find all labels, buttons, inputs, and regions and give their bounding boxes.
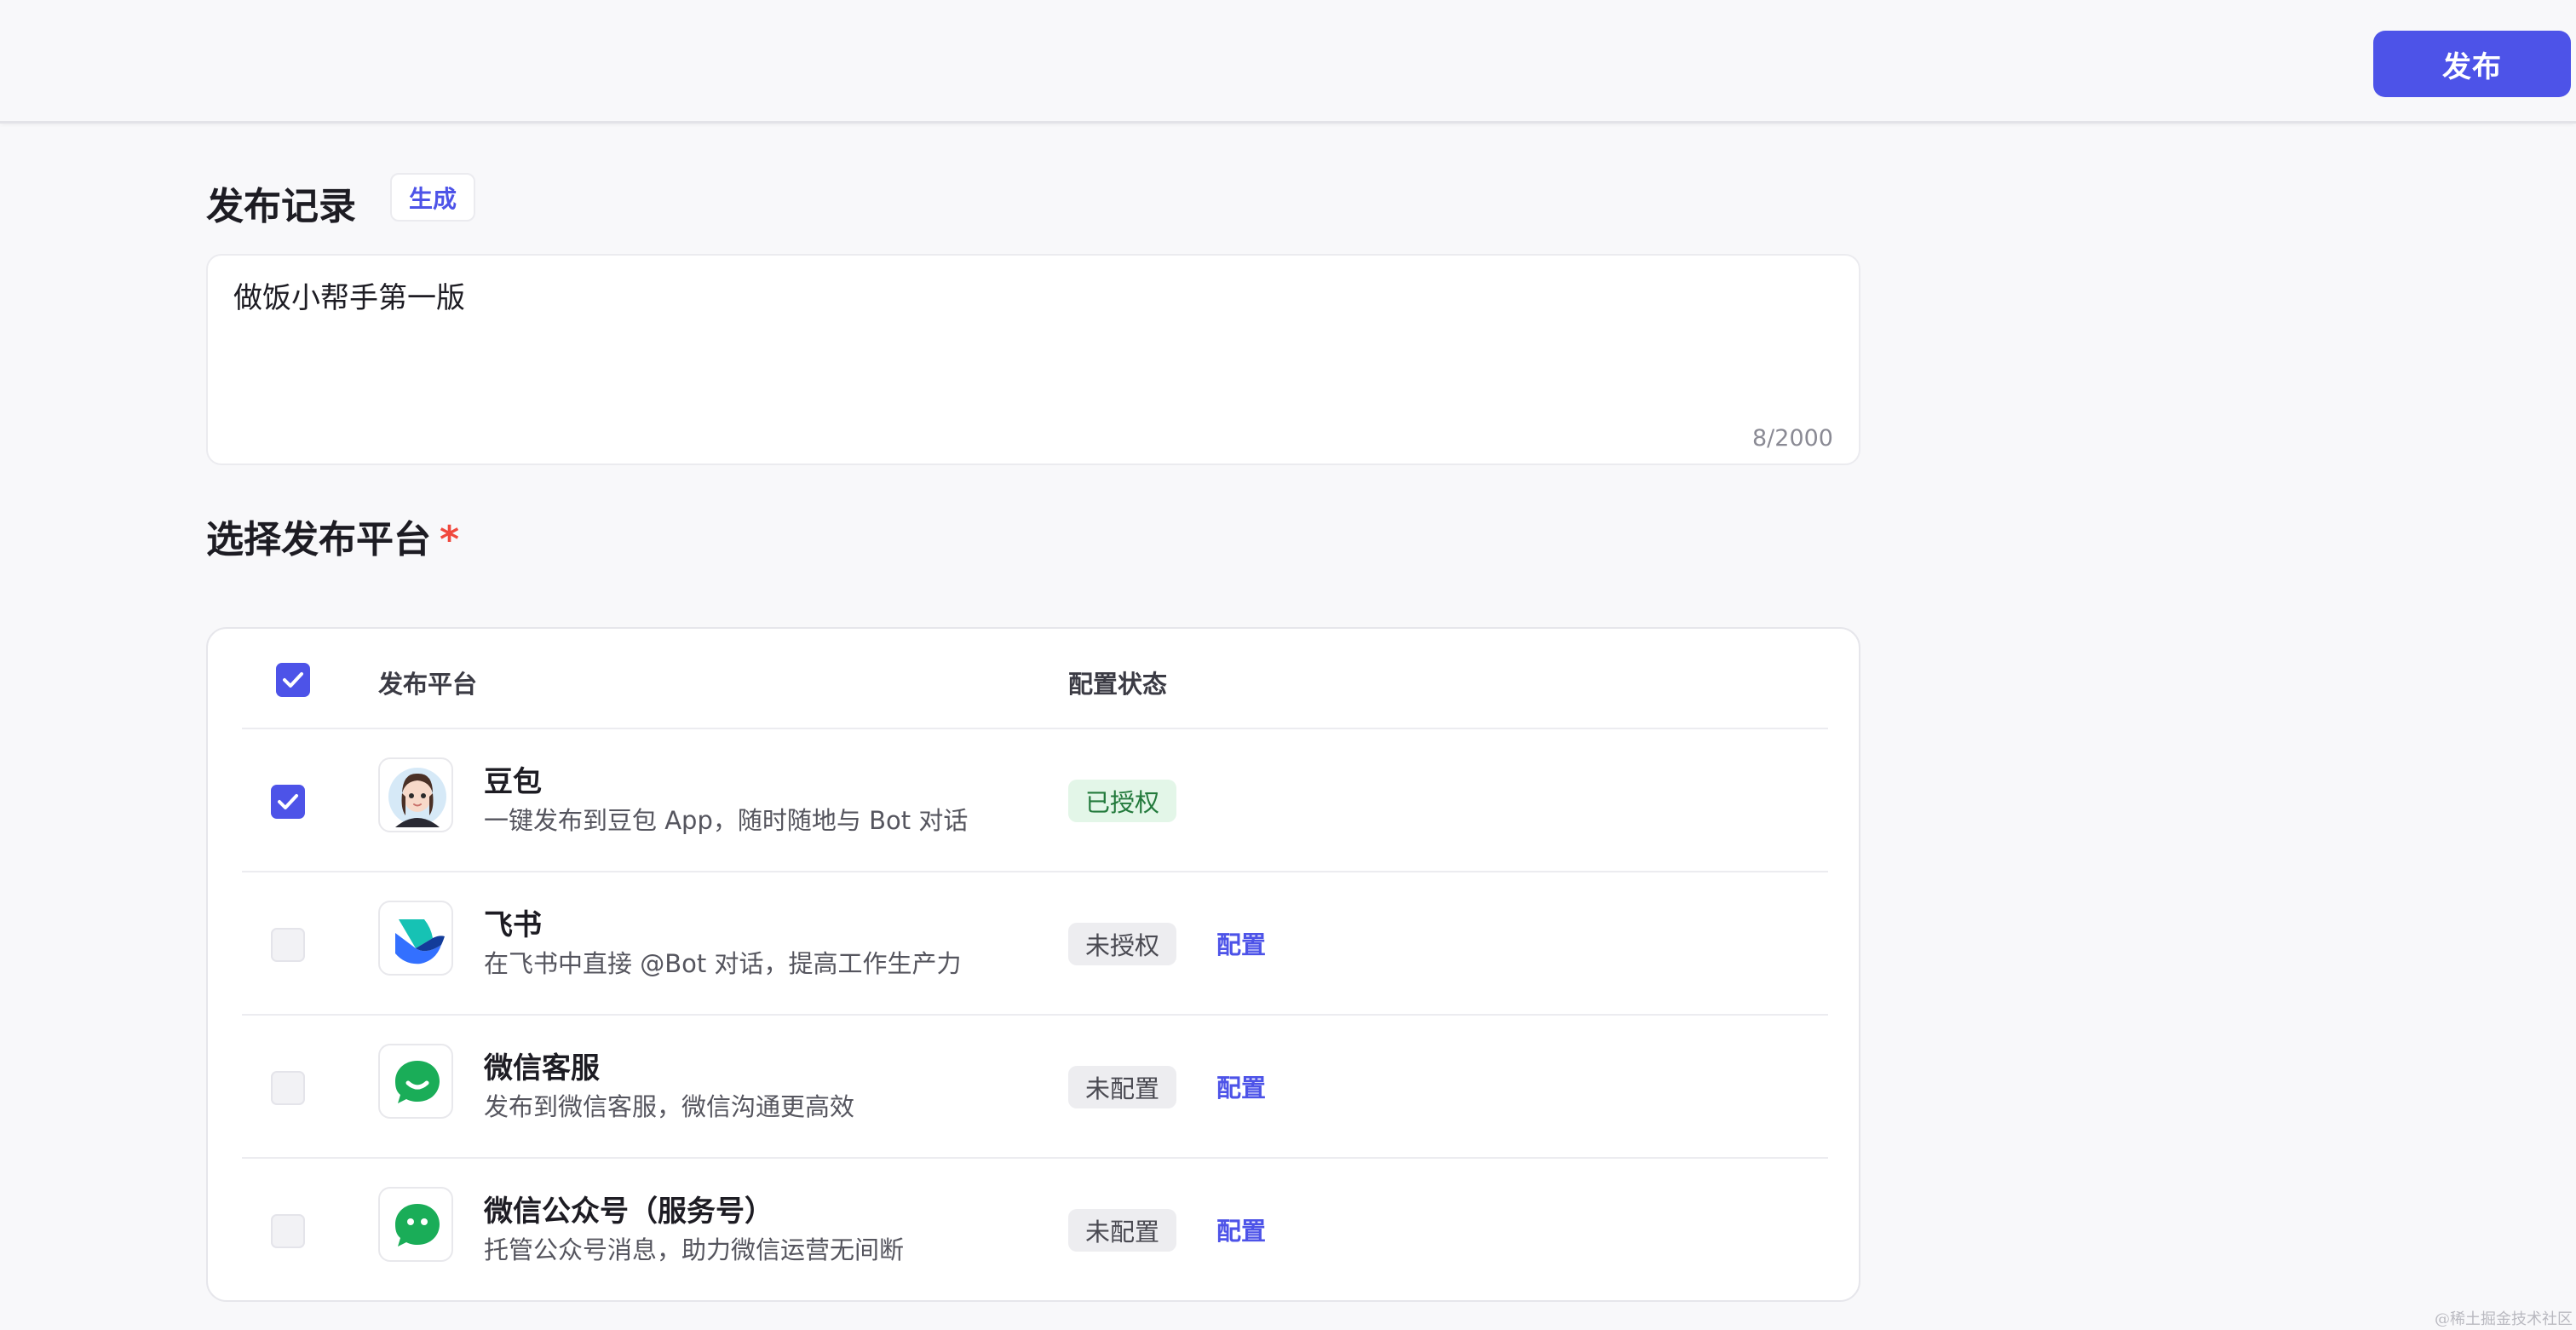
header-platform: 发布平台: [378, 670, 478, 699]
platform-row-wechat-official[interactable]: 微信公众号（服务号） 托管公众号消息，助力微信运营无间断 未配置 配置: [242, 1159, 1828, 1302]
configure-link[interactable]: 配置: [1216, 1212, 1266, 1247]
wechat-official-icon: [378, 1187, 453, 1262]
publish-record-title: 发布记录: [206, 185, 356, 228]
status-badge: 未授权: [1068, 923, 1177, 965]
feishu-icon: [378, 901, 453, 976]
platform-checkbox[interactable]: [271, 785, 305, 819]
select-platform-label: 选择发布平台: [206, 518, 431, 561]
doubao-avatar-icon: [378, 757, 453, 832]
platform-name: 飞书: [484, 908, 542, 942]
configure-link[interactable]: 配置: [1216, 925, 1266, 961]
platform-name: 微信公众号（服务号）: [484, 1195, 773, 1229]
publish-button[interactable]: 发布: [2373, 31, 2571, 97]
select-platform-title: 选择发布平台 *: [206, 509, 459, 563]
top-bar: 发布: [0, 0, 2576, 124]
wechat-service-icon: [378, 1044, 453, 1119]
status-badge: 已授权: [1068, 780, 1177, 822]
header-status: 配置状态: [1068, 670, 1168, 699]
select-all-checkbox[interactable]: [276, 663, 310, 697]
required-mark: *: [440, 518, 460, 561]
platform-row-wechat-service[interactable]: 微信客服 发布到微信客服，微信沟通更高效 未配置 配置: [242, 1016, 1828, 1159]
platform-name: 豆包: [484, 765, 542, 799]
platform-checkbox[interactable]: [271, 1214, 305, 1248]
platform-name: 微信客服: [484, 1051, 600, 1085]
platform-checkbox[interactable]: [271, 928, 305, 962]
status-badge: 未配置: [1068, 1209, 1177, 1252]
watermark: @稀土掘金技术社区: [2435, 1310, 2573, 1328]
platform-checkbox[interactable]: [271, 1071, 305, 1105]
platform-row-doubao[interactable]: 豆包 一键发布到豆包 App，随时随地与 Bot 对话 已授权: [242, 729, 1828, 872]
configure-link[interactable]: 配置: [1216, 1068, 1266, 1104]
platform-desc: 一键发布到豆包 App，随时随地与 Bot 对话: [484, 806, 969, 835]
platform-table: 发布平台 配置状态 豆包 一键发布到豆包 App，随时随地与 Bot 对话 已授…: [206, 627, 1860, 1302]
char-counter: 8/2000: [1752, 425, 1833, 452]
publish-record-value[interactable]: 做饭小帮手第一版: [233, 274, 465, 316]
status-badge: 未配置: [1068, 1066, 1177, 1108]
check-icon: [278, 794, 298, 809]
check-icon: [283, 672, 303, 688]
table-header: 发布平台 配置状态: [242, 629, 1828, 729]
platform-desc: 托管公众号消息，助力微信运营无间断: [484, 1235, 905, 1264]
generate-button[interactable]: 生成: [390, 173, 475, 222]
platform-desc: 在飞书中直接 @Bot 对话，提高工作生产力: [484, 949, 962, 978]
platform-row-feishu[interactable]: 飞书 在飞书中直接 @Bot 对话，提高工作生产力 未授权 配置: [242, 872, 1828, 1016]
platform-desc: 发布到微信客服，微信沟通更高效: [484, 1092, 855, 1121]
publish-record-textarea[interactable]: 做饭小帮手第一版 8/2000: [206, 254, 1860, 465]
